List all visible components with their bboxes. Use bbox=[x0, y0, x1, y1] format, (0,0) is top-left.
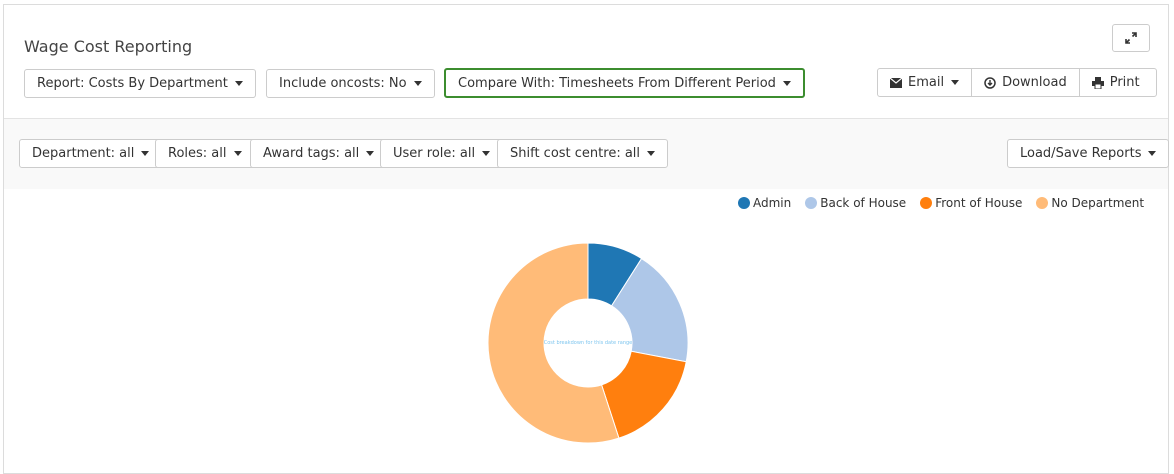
printer-icon bbox=[1091, 76, 1104, 89]
chevron-down-icon bbox=[782, 80, 791, 86]
roles-filter[interactable]: Roles: all bbox=[155, 139, 255, 168]
report-type-label: Report: Costs By Department bbox=[37, 76, 228, 91]
legend-label: Back of House bbox=[820, 196, 907, 210]
include-oncosts-label: Include oncosts: No bbox=[279, 76, 407, 91]
envelope-icon bbox=[890, 77, 902, 88]
shift-cost-centre-filter-label: Shift cost centre: all bbox=[510, 146, 641, 161]
legend-swatch bbox=[1036, 197, 1049, 209]
chevron-down-icon bbox=[413, 81, 422, 86]
email-button[interactable]: Email bbox=[877, 68, 973, 97]
legend-item[interactable]: Front of House bbox=[920, 196, 1022, 210]
print-button[interactable]: Print bbox=[1078, 68, 1157, 97]
chevron-down-icon bbox=[233, 151, 242, 156]
roles-filter-label: Roles: all bbox=[168, 146, 227, 161]
department-filter-label: Department: all bbox=[32, 146, 135, 161]
award-tags-filter[interactable]: Award tags: all bbox=[250, 139, 388, 168]
cost-donut-chart: Cost breakdown for this date range bbox=[488, 243, 688, 443]
chevron-down-icon bbox=[141, 151, 150, 156]
legend-label: Admin bbox=[753, 196, 792, 210]
report-type-dropdown[interactable]: Report: Costs By Department bbox=[24, 69, 256, 98]
expand-icon bbox=[1125, 32, 1137, 44]
download-label: Download bbox=[1002, 75, 1067, 90]
chevron-down-icon bbox=[234, 81, 243, 86]
user-role-filter[interactable]: User role: all bbox=[380, 139, 504, 168]
legend-label: Front of House bbox=[935, 196, 1023, 210]
chevron-down-icon bbox=[951, 80, 960, 85]
page-title: Wage Cost Reporting bbox=[24, 37, 193, 56]
user-role-filter-label: User role: all bbox=[393, 146, 476, 161]
department-filter[interactable]: Department: all bbox=[19, 139, 163, 168]
export-button-group: Email Download Print bbox=[877, 68, 1157, 97]
compare-with-label: Compare With: Timesheets From Different … bbox=[458, 75, 776, 91]
email-label: Email bbox=[908, 75, 945, 90]
include-oncosts-dropdown[interactable]: Include oncosts: No bbox=[266, 69, 435, 98]
print-label: Print bbox=[1109, 75, 1140, 90]
chevron-down-icon bbox=[1148, 151, 1157, 156]
shift-cost-centre-filter[interactable]: Shift cost centre: all bbox=[497, 139, 669, 168]
chevron-down-icon bbox=[647, 151, 656, 156]
legend-item[interactable]: Back of House bbox=[805, 196, 906, 210]
legend-item[interactable]: No Department bbox=[1036, 196, 1144, 210]
legend-swatch bbox=[920, 197, 933, 209]
load-save-reports-button[interactable]: Load/Save Reports bbox=[1007, 139, 1170, 168]
chevron-down-icon bbox=[482, 151, 491, 156]
legend-item[interactable]: Admin bbox=[738, 196, 791, 210]
chevron-down-icon bbox=[366, 151, 375, 156]
award-tags-filter-label: Award tags: all bbox=[263, 146, 360, 161]
chart-center-label: Cost breakdown for this date range bbox=[544, 340, 633, 346]
legend-swatch bbox=[738, 197, 750, 209]
expand-button[interactable] bbox=[1112, 24, 1150, 52]
compare-with-dropdown[interactable]: Compare With: Timesheets From Different … bbox=[444, 68, 805, 98]
load-save-reports-label: Load/Save Reports bbox=[1020, 146, 1142, 161]
legend-label: No Department bbox=[1051, 196, 1145, 210]
chart-legend: Admin Back of House Front of House No Depar… bbox=[738, 196, 1158, 210]
download-button[interactable]: Download bbox=[971, 68, 1080, 97]
download-icon bbox=[984, 76, 996, 89]
legend-swatch bbox=[805, 197, 818, 209]
